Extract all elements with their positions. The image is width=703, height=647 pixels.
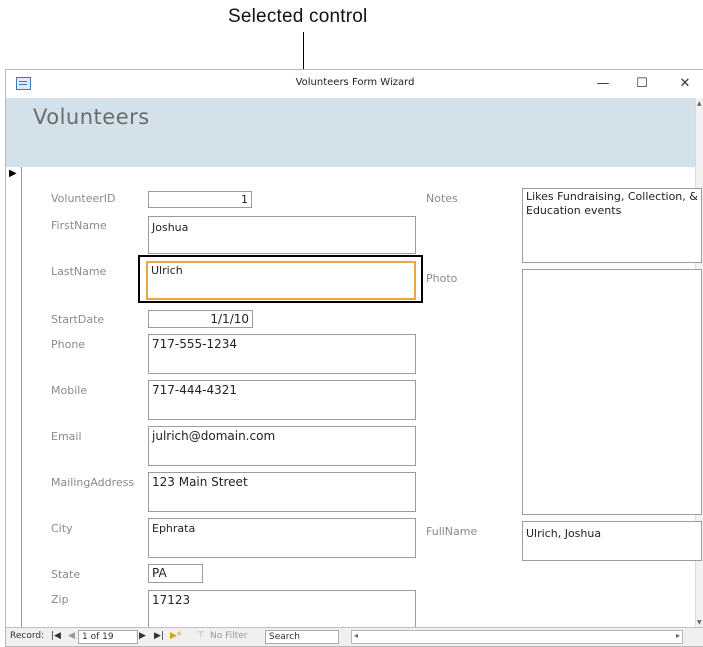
city-field[interactable]: Ephrata bbox=[148, 518, 416, 558]
startdate-label: StartDate bbox=[51, 313, 105, 326]
horizontal-scrollbar[interactable]: ◂ ▸ bbox=[351, 630, 683, 644]
fullname-label: FullName bbox=[426, 525, 478, 538]
title-bar: Volunteers Form Wizard — ☐ ✕ bbox=[6, 70, 703, 99]
notes-label: Notes bbox=[426, 192, 458, 205]
record-label: Record: bbox=[10, 631, 45, 641]
scroll-left-icon[interactable]: ◂ bbox=[354, 631, 358, 640]
state-label: State bbox=[51, 568, 81, 581]
first-record-button[interactable]: |◀ bbox=[51, 631, 61, 641]
funnel-icon: ⊤ bbox=[197, 631, 205, 641]
record-navigation-bar: Record: |◀ ◀ 1 of 19 ▶ ▶| ▶* ⊤ No Filter… bbox=[6, 627, 703, 646]
firstname-field[interactable]: Joshua bbox=[148, 216, 416, 254]
phone-label: Phone bbox=[51, 338, 86, 351]
minimize-button[interactable]: — bbox=[591, 74, 615, 94]
lastname-label: LastName bbox=[51, 265, 107, 278]
lastname-field[interactable]: Ulrich bbox=[146, 261, 416, 300]
record-selector[interactable]: ▶ bbox=[6, 167, 22, 628]
firstname-label: FirstName bbox=[51, 219, 107, 232]
form-title: Volunteers bbox=[33, 105, 150, 129]
mailingaddress-label: MailingAddress bbox=[51, 476, 135, 489]
photo-label: Photo bbox=[426, 272, 458, 285]
state-field[interactable]: PA bbox=[148, 564, 203, 583]
mobile-field[interactable]: 717-444-4321 bbox=[148, 380, 416, 420]
scroll-down-icon[interactable]: ▼ bbox=[697, 619, 702, 626]
volunteerid-field[interactable]: 1 bbox=[148, 191, 252, 208]
photo-field[interactable] bbox=[522, 269, 702, 515]
mailingaddress-field[interactable]: 123 Main Street bbox=[148, 472, 416, 512]
notes-field[interactable]: Likes Fundraising, Collection, & Educati… bbox=[522, 188, 702, 263]
scroll-up-icon[interactable]: ▲ bbox=[697, 100, 702, 107]
phone-field[interactable]: 717-555-1234 bbox=[148, 334, 416, 374]
startdate-field[interactable]: 1/1/10 bbox=[148, 310, 253, 328]
email-field[interactable]: julrich@domain.com bbox=[148, 426, 416, 466]
current-record-icon: ▶ bbox=[9, 168, 17, 179]
next-record-button[interactable]: ▶ bbox=[139, 631, 146, 641]
search-input[interactable]: Search bbox=[265, 630, 339, 644]
record-position-input[interactable]: 1 of 19 bbox=[78, 630, 138, 644]
form-header: Volunteers bbox=[6, 98, 696, 167]
previous-record-button[interactable]: ◀ bbox=[68, 631, 75, 641]
new-record-button[interactable]: ▶* bbox=[170, 631, 181, 641]
zip-field[interactable]: 17123 bbox=[148, 590, 416, 629]
email-label: Email bbox=[51, 430, 82, 443]
form-window: Volunteers Form Wizard — ☐ ✕ Volunteers … bbox=[5, 69, 703, 647]
close-button[interactable]: ✕ bbox=[673, 74, 697, 94]
filter-toggle-button[interactable]: No Filter bbox=[210, 631, 247, 641]
fullname-field[interactable]: Ulrich, Joshua bbox=[522, 521, 702, 561]
city-label: City bbox=[51, 522, 73, 535]
callout-label: Selected control bbox=[228, 6, 368, 27]
zip-label: Zip bbox=[51, 593, 69, 606]
volunteerid-label: VolunteerID bbox=[51, 192, 116, 205]
last-record-button[interactable]: ▶| bbox=[154, 631, 164, 641]
mobile-label: Mobile bbox=[51, 384, 88, 397]
maximize-button[interactable]: ☐ bbox=[630, 74, 654, 94]
scroll-right-icon[interactable]: ▸ bbox=[676, 631, 680, 640]
